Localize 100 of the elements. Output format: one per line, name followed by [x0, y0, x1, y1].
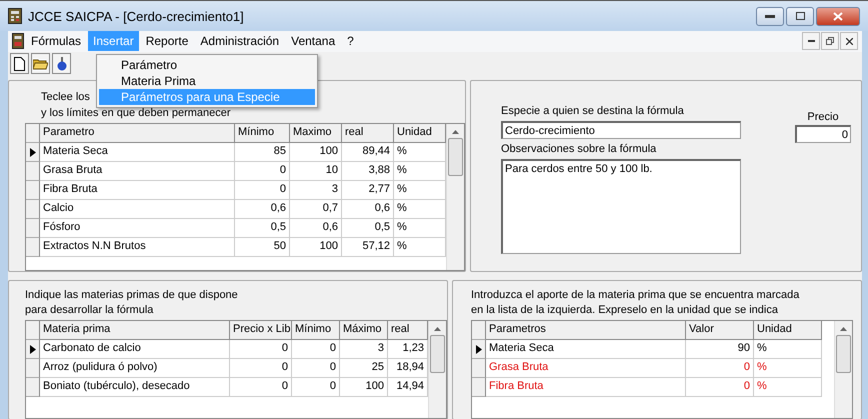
table-cell: 3 [340, 340, 388, 359]
column-header[interactable]: Unidad [394, 124, 446, 143]
close-button[interactable] [816, 6, 860, 26]
table-cell: 0 [230, 378, 292, 397]
document-icon [14, 56, 25, 71]
species-field[interactable]: Cerdo-crecimiento [501, 121, 741, 139]
price-field[interactable]: 0 [795, 125, 851, 143]
table-cell: % [394, 238, 446, 257]
up-arrow-icon [452, 130, 459, 134]
calculator-icon [8, 8, 22, 24]
table-cell: 3 [290, 181, 342, 200]
table-cell: Materia Seca [486, 340, 686, 359]
table-cell: Boniato (tubérculo), desecado [40, 378, 230, 397]
column-header[interactable]: Unidad [754, 321, 822, 340]
scrollbar[interactable] [834, 321, 852, 418]
table-cell: 0 [230, 359, 292, 378]
open-folder-button[interactable] [31, 53, 50, 74]
table-cell: 0 [292, 378, 340, 397]
table-cell: 0,5 [342, 219, 394, 238]
table-cell: 100 [290, 143, 342, 162]
column-header[interactable]: Mínimo [292, 321, 340, 340]
scrollbar-thumb[interactable] [836, 335, 851, 373]
scrollbar-thumb[interactable] [430, 335, 445, 373]
field-label: Especie a quien se destina la fórmula [501, 105, 685, 117]
row-pointer-icon [30, 344, 36, 354]
table-cell: 0 [235, 181, 290, 200]
column-header[interactable]: Parametros [486, 321, 686, 340]
instruction-text: Indique las materias primas de que dispone [25, 289, 238, 301]
column-header[interactable]: Maximo [290, 124, 342, 143]
table-cell: % [754, 340, 822, 359]
table-cell: Carbonato de calcio [40, 340, 230, 359]
window-title: JCCE SAICPA - [Cerdo-crecimiento1] [28, 8, 244, 24]
table-cell: 3,88 [342, 162, 394, 181]
table-cell: Grasa Bruta [486, 359, 686, 378]
scrollbar-thumb[interactable] [448, 138, 463, 176]
scrollbar[interactable] [428, 321, 446, 418]
maximize-button[interactable] [786, 6, 814, 26]
table-cell: 0,6 [290, 219, 342, 238]
table-cell: % [754, 359, 822, 378]
calculator-icon [12, 33, 24, 50]
table-cell: 0,6 [235, 200, 290, 219]
instruction-text: en la lista de la izquierda. Expreselo en la unidad que se indica [471, 304, 778, 316]
table-cell: 89,44 [342, 143, 394, 162]
restore-button[interactable] [821, 32, 839, 50]
table-cell: 25 [340, 359, 388, 378]
menu-item[interactable]: Administración [195, 31, 284, 52]
minimize-button[interactable] [802, 32, 820, 50]
table-cell: 100 [340, 378, 388, 397]
row-header[interactable] [26, 143, 40, 162]
notes-field[interactable]: Para cerdos entre 50 y 100 lb. [501, 159, 741, 254]
table-cell: % [394, 200, 446, 219]
table-cell: Calcio [40, 200, 235, 219]
menu-item[interactable]: Fórmulas [26, 31, 86, 52]
scrollbar[interactable] [446, 124, 464, 270]
new-file-button[interactable] [10, 53, 29, 74]
close-icon [833, 12, 843, 20]
table-cell: Grasa Bruta [40, 162, 235, 181]
table-cell: 14,94 [388, 378, 428, 397]
table-cell: % [394, 181, 446, 200]
table-cell: 0 [235, 162, 290, 181]
table-cell: Materia Seca [40, 143, 235, 162]
table-cell: 0,5 [235, 219, 290, 238]
instruction-text: y los límites en que deben permanecer [41, 107, 231, 119]
table-cell: 85 [235, 143, 290, 162]
column-header[interactable]: Mínimo [235, 124, 290, 143]
minimize-icon [808, 40, 814, 42]
table-cell: 2,77 [342, 181, 394, 200]
table-cell: Fósforo [40, 219, 235, 238]
table-cell: 0 [686, 359, 754, 378]
menu-item[interactable]: Ventana [286, 31, 340, 52]
flask-icon [56, 56, 68, 71]
table-cell: Fibra Bruta [486, 378, 686, 397]
instruction-text: para desarrollar la fórmula [25, 304, 154, 316]
row-pointer-icon [30, 148, 36, 156]
flask-button[interactable] [52, 53, 71, 74]
menu-item[interactable]: Reporte [140, 31, 194, 52]
table-cell: Extractos N.N Brutos [40, 238, 235, 257]
column-header[interactable]: Valor [686, 321, 754, 340]
menu-option[interactable]: Materia Prima [99, 73, 315, 89]
close-button[interactable] [840, 32, 858, 50]
minimize-button[interactable] [756, 6, 784, 26]
instruction-text: Teclee los [41, 91, 90, 103]
row-header[interactable] [26, 340, 40, 359]
column-header[interactable]: Máximo [340, 321, 388, 340]
column-header[interactable]: Parametro [40, 124, 235, 143]
menu-item[interactable]: ? [342, 31, 359, 52]
column-header[interactable]: Precio x Lib [230, 321, 292, 340]
up-arrow-icon [840, 327, 847, 331]
column-header[interactable]: Materia prima [40, 321, 230, 340]
row-header[interactable] [472, 340, 486, 359]
table-cell: 0,7 [290, 200, 342, 219]
menu-option[interactable]: Parámetro [99, 57, 315, 73]
table-cell: 1,23 [388, 340, 428, 359]
table-cell: 57,12 [342, 238, 394, 257]
column-header[interactable]: real [342, 124, 394, 143]
column-header[interactable]: real [388, 321, 428, 340]
table-cell: % [394, 143, 446, 162]
field-label: Precio [807, 111, 839, 123]
table-cell: 0 [686, 378, 754, 397]
folder-icon [33, 58, 48, 70]
